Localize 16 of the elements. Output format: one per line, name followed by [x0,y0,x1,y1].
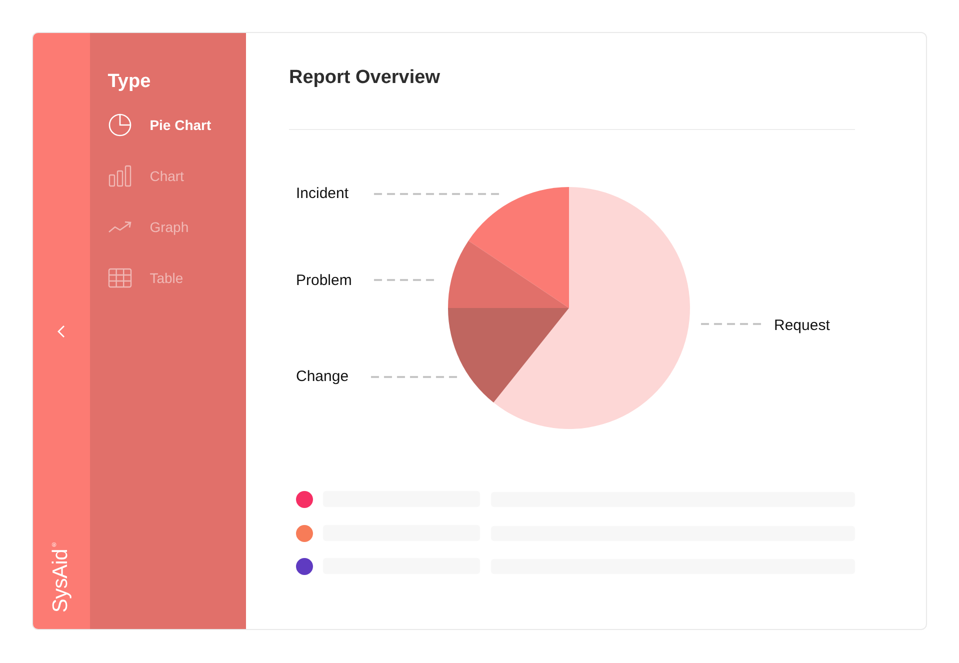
slice-label: Request [774,317,830,334]
pie-chart-icon [108,113,132,137]
sidebar-title: Type [108,70,152,93]
slice-label: Problem [296,272,352,289]
sidebar-item[interactable]: Table [108,261,184,295]
leader-line [374,279,437,281]
bar-chart-icon [108,164,132,188]
sidebar-item[interactable]: Chart [108,159,184,193]
logo-text: SysAid [51,549,72,613]
report-title: Report Overview [289,66,441,89]
slice-label: Change [296,368,349,385]
sidebar-item[interactable]: Pie Chart [108,108,212,142]
chevron-left-icon[interactable] [57,324,66,338]
sidebar-item[interactable]: Graph [108,210,189,244]
slice-label: Incident [296,185,349,202]
table-icon [108,266,132,290]
